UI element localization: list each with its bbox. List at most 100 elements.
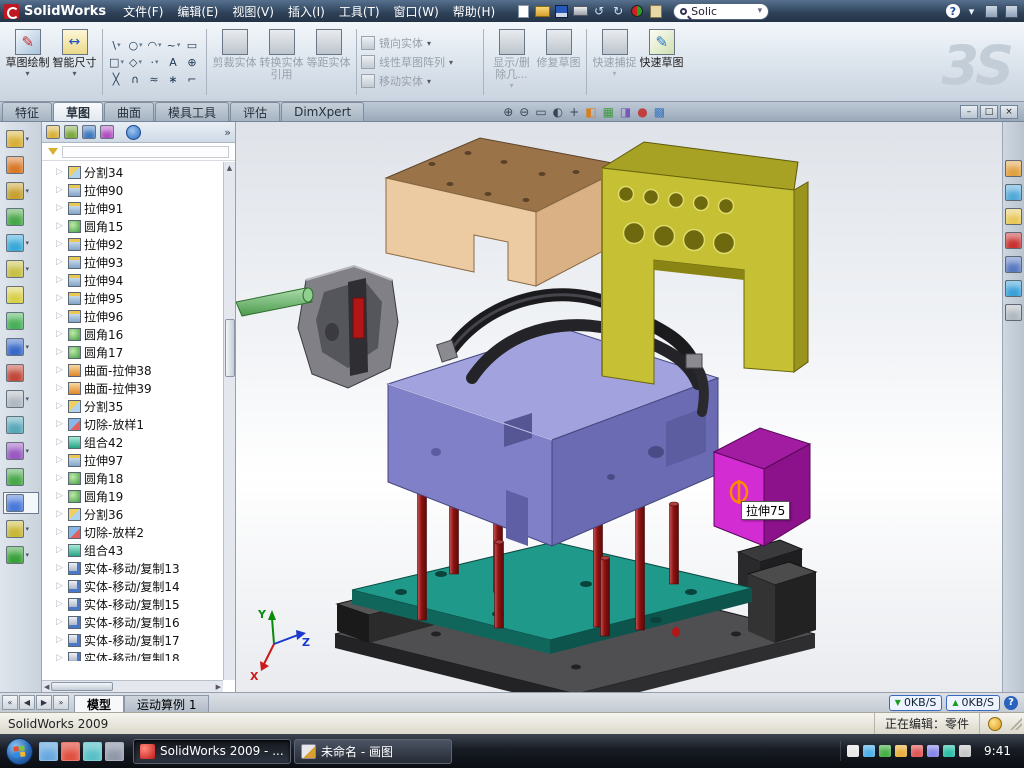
sketch-entity-button[interactable]: ╳ bbox=[107, 71, 126, 88]
move-entities-button[interactable]: 移动实体 ▾ bbox=[361, 73, 479, 89]
sketch-button[interactable]: 草图绘制 ▾ bbox=[4, 25, 51, 99]
sketch-tool-button[interactable] bbox=[3, 362, 39, 384]
sketch-entity-button[interactable]: ≈ bbox=[145, 71, 164, 88]
sketch-tool-button[interactable]: ▾ bbox=[3, 232, 39, 254]
sketch-entity-button[interactable]: ▭ bbox=[183, 37, 202, 54]
quick-snaps-button[interactable]: 快速捕捉 ▾ bbox=[591, 25, 638, 99]
feature-tree-item[interactable]: ▷ 切除-放样2 bbox=[56, 523, 235, 541]
feature-tree-item[interactable]: ▷ 圆角19 bbox=[56, 487, 235, 505]
feature-tree-item[interactable]: ▷ 切除-放样1 bbox=[56, 415, 235, 433]
start-button[interactable] bbox=[6, 738, 33, 765]
feature-tree-item[interactable]: ▷ 实体-移动/复制13 bbox=[56, 559, 235, 577]
feature-tree-item[interactable]: ▷ 实体-移动/复制15 bbox=[56, 595, 235, 613]
feature-tree-item[interactable]: ▷ 组合43 bbox=[56, 541, 235, 559]
move-widget-icon[interactable] bbox=[126, 125, 141, 140]
trim-entities-button[interactable]: 剪裁实体 bbox=[211, 25, 258, 99]
expand-icon[interactable]: ▷ bbox=[56, 293, 65, 303]
sketch-entity-button[interactable]: ∩ bbox=[126, 71, 145, 88]
restore-button[interactable]: □ bbox=[980, 105, 998, 119]
feature-tree-item[interactable]: ▷ 拉伸93 bbox=[56, 253, 235, 271]
tab-nav-button[interactable]: ◀ bbox=[19, 695, 35, 710]
expand-icon[interactable]: ▷ bbox=[56, 203, 65, 213]
ribbon-tab[interactable]: 特征 bbox=[2, 102, 52, 121]
propertymanager-tab-icon[interactable] bbox=[64, 125, 78, 139]
tab-nav-button[interactable]: » bbox=[53, 695, 69, 710]
part-extrude75-block[interactable] bbox=[714, 428, 810, 546]
expand-icon[interactable]: ▷ bbox=[56, 185, 65, 195]
expand-icon[interactable]: ▷ bbox=[56, 491, 65, 501]
expand-icon[interactable]: ▷ bbox=[56, 347, 65, 357]
repair-sketch-button[interactable]: 修复草图 bbox=[535, 25, 582, 99]
sketch-tool-button[interactable] bbox=[3, 310, 39, 332]
menu-item[interactable]: 插入(I) bbox=[281, 0, 332, 22]
expand-icon[interactable]: ▷ bbox=[56, 311, 65, 321]
part-yoke-bracket[interactable] bbox=[602, 142, 808, 384]
minimize-button[interactable]: – bbox=[960, 105, 978, 119]
display-delete-relations-button[interactable]: 显示/删除几... ▾ bbox=[488, 25, 535, 99]
feature-tree-item[interactable]: ▷ 拉伸97 bbox=[56, 451, 235, 469]
feature-tree-item[interactable]: ▷ 实体-移动/复制16 bbox=[56, 613, 235, 631]
feature-tree-item[interactable]: ▷ 拉伸91 bbox=[56, 199, 235, 217]
search-input[interactable]: Solic ▾ bbox=[673, 3, 769, 20]
expand-icon[interactable]: ▷ bbox=[56, 581, 65, 591]
feature-tree-item[interactable]: ▷ 组合42 bbox=[56, 433, 235, 451]
taskbar-window-button[interactable]: 未命名 - 画图 bbox=[294, 739, 452, 764]
toolbar-icon[interactable] bbox=[628, 3, 646, 20]
feature-tree-item[interactable]: ▷ 拉伸95 bbox=[56, 289, 235, 307]
sketch-tool-button[interactable]: ▾ bbox=[3, 336, 39, 358]
expand-icon[interactable]: ▷ bbox=[56, 167, 65, 177]
sketch-tool-button[interactable]: ▾ bbox=[3, 180, 39, 202]
expand-icon[interactable]: ▷ bbox=[56, 221, 65, 231]
task-pane-icon[interactable] bbox=[1005, 160, 1022, 177]
toolbar-icon[interactable] bbox=[514, 3, 532, 20]
resize-grip[interactable] bbox=[1010, 718, 1022, 730]
feature-tree-item[interactable]: ▷ 分割34 bbox=[56, 163, 235, 181]
sketch-tool-button[interactable] bbox=[3, 284, 39, 306]
expand-icon[interactable]: ▷ bbox=[56, 401, 65, 411]
ribbon-tab[interactable]: 模具工具 bbox=[155, 102, 229, 121]
tray-icon[interactable] bbox=[927, 745, 939, 757]
sketch-entity-button[interactable]: \▾ bbox=[107, 37, 126, 54]
sketch-entity-button[interactable]: ⊕ bbox=[183, 54, 202, 71]
view-tool-icon[interactable]: ▭ bbox=[535, 105, 546, 119]
tree-vertical-scrollbar[interactable]: ▲ bbox=[223, 162, 235, 680]
feature-tree-item[interactable]: ▷ 圆角17 bbox=[56, 343, 235, 361]
feature-tree-item[interactable]: ▷ 拉伸96 bbox=[56, 307, 235, 325]
toolbar-icon[interactable] bbox=[647, 3, 665, 20]
sketch-entity-button[interactable]: ∗ bbox=[164, 71, 183, 88]
sketch-tool-button[interactable]: ▾ bbox=[3, 544, 39, 566]
taskbar-window-button[interactable]: SolidWorks 2009 - ... bbox=[133, 739, 291, 764]
feature-tree-item[interactable]: ▷ 曲面-拉伸39 bbox=[56, 379, 235, 397]
expand-icon[interactable]: ▷ bbox=[56, 257, 65, 267]
expand-icon[interactable]: ▷ bbox=[56, 437, 65, 447]
quick-launch-icon[interactable] bbox=[39, 742, 58, 761]
3d-model-canvas[interactable]: Y Z X bbox=[236, 122, 1002, 692]
quick-launch-icon[interactable] bbox=[83, 742, 102, 761]
feature-tree-item[interactable]: ▷ 圆角16 bbox=[56, 325, 235, 343]
view-tool-icon[interactable]: ◐ bbox=[553, 105, 563, 119]
toolbar-icon[interactable] bbox=[533, 3, 551, 20]
feature-tree-item[interactable]: ▷ 分割35 bbox=[56, 397, 235, 415]
sketch-tool-button[interactable] bbox=[3, 154, 39, 176]
featuremanager-tab-icon[interactable] bbox=[46, 125, 60, 139]
tray-icon[interactable] bbox=[863, 745, 875, 757]
toolbar-icon[interactable]: ↺ bbox=[590, 3, 608, 20]
view-tool-icon[interactable]: + bbox=[569, 105, 579, 119]
mirror-entities-button[interactable]: 镜向实体 ▾ bbox=[361, 35, 479, 51]
graphics-viewport[interactable]: Y Z X 拉伸75 bbox=[236, 122, 1002, 692]
expand-icon[interactable]: ▷ bbox=[56, 383, 65, 393]
sketch-entity-button[interactable]: ○▾ bbox=[126, 37, 145, 54]
close-button[interactable]: × bbox=[1000, 105, 1018, 119]
tray-icon[interactable] bbox=[847, 745, 859, 757]
panel-flyout-chevron[interactable]: » bbox=[224, 126, 231, 139]
menu-item[interactable]: 窗口(W) bbox=[387, 0, 446, 22]
tab-nav-button[interactable]: ▶ bbox=[36, 695, 52, 710]
offset-entities-button[interactable]: 等距实体 bbox=[305, 25, 352, 99]
task-pane-icon[interactable] bbox=[1005, 256, 1022, 273]
toolbar-icon[interactable] bbox=[571, 3, 589, 20]
scrollbar-thumb[interactable] bbox=[225, 319, 235, 377]
feature-tree-item[interactable]: ▷ 实体-移动/复制17 bbox=[56, 631, 235, 649]
titlebar-right-icon[interactable]: ? bbox=[946, 4, 960, 18]
dimxpertmanager-tab-icon[interactable] bbox=[100, 125, 114, 139]
tab-nav-button[interactable]: « bbox=[2, 695, 18, 710]
